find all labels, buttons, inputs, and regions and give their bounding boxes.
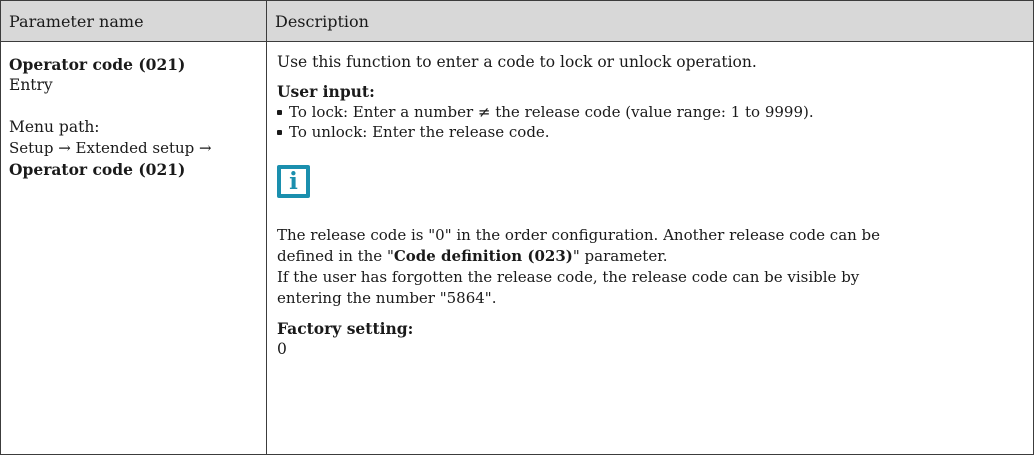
- user-input-list: To lock: Enter a number ≠ the release co…: [277, 102, 1033, 142]
- description-cell: Use this function to enter a code to loc…: [266, 41, 1034, 455]
- note-line: The release code is "0" in the order con…: [277, 226, 881, 244]
- table-row: Operator code (021) Entry Menu path: Set…: [0, 41, 1034, 455]
- info-note: The release code is "0" in the order con…: [277, 225, 1033, 309]
- user-input-label: User input:: [277, 82, 375, 101]
- parameter-cell: Operator code (021) Entry Menu path: Set…: [0, 41, 267, 455]
- list-item: To unlock: Enter the release code.: [277, 122, 1033, 142]
- parameter-table: Parameter name Description Operator code…: [0, 0, 1034, 455]
- table-header-row: Parameter name Description: [0, 0, 1034, 42]
- header-description: Description: [266, 0, 1034, 42]
- menu-path-target: Operator code (021): [9, 160, 186, 179]
- menu-path: Setup → Extended setup →: [9, 139, 212, 157]
- parameter-name: Operator code (021): [9, 55, 186, 74]
- note-text: defined in the ": [277, 247, 394, 265]
- access-type: Entry: [9, 76, 53, 94]
- header-parameter-name: Parameter name: [0, 0, 267, 42]
- code-definition-ref: Code definition (023): [393, 247, 573, 265]
- note-text: " parameter.: [572, 247, 668, 265]
- note-line: entering the number "5864".: [277, 289, 497, 307]
- factory-setting-value: 0: [277, 340, 287, 358]
- menu-path-label: Menu path:: [9, 118, 100, 136]
- list-item: To lock: Enter a number ≠ the release co…: [277, 102, 1033, 122]
- info-icon: i: [277, 165, 310, 198]
- factory-setting-label: Factory setting:: [277, 319, 414, 338]
- intro-text: Use this function to enter a code to loc…: [277, 53, 757, 71]
- note-line: If the user has forgotten the release co…: [277, 268, 860, 286]
- note-line: defined in the "Code definition (023)" p…: [277, 246, 1033, 267]
